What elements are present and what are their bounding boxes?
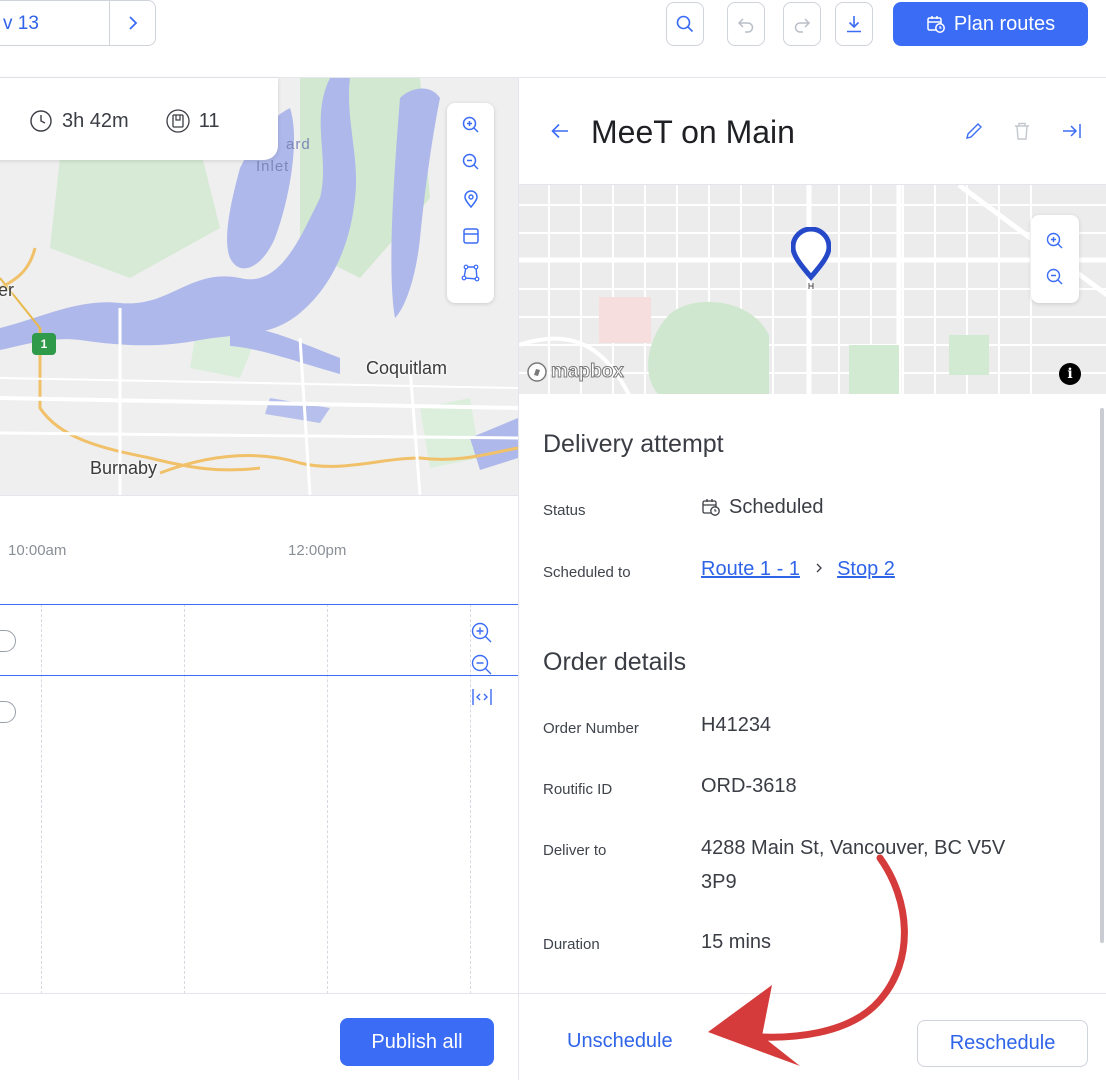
- schedule-timeline: 10:00am 12:00pm: [0, 495, 518, 994]
- download-icon: [847, 16, 861, 33]
- deliver-to-address: 4288 Main St, Vancouver, BC V5V 3P9: [701, 831, 1081, 899]
- map-toolbar: [447, 103, 494, 303]
- search-icon: [676, 15, 694, 33]
- route-1-start-marker[interactable]: [0, 630, 16, 652]
- date-selector[interactable]: v 13: [0, 0, 110, 46]
- scheduled-to-value: Route 1 - 1 Stop 2: [701, 552, 895, 586]
- back-arrow-icon[interactable]: [549, 120, 571, 142]
- grid-line: [327, 604, 328, 994]
- next-day-button[interactable]: [109, 0, 156, 46]
- stops-icon: [166, 109, 190, 133]
- duration-label: Duration: [543, 936, 600, 953]
- address-line-2: 3P9: [701, 871, 737, 893]
- delivery-attempt-heading: Delivery attempt: [543, 430, 724, 458]
- status-text: Scheduled: [729, 496, 824, 518]
- redo-button[interactable]: [783, 2, 821, 46]
- map-label-coquitlam: Coquitlam: [366, 358, 448, 378]
- map-info-glyph: i: [1067, 366, 1073, 382]
- routific-id-value: ORD-3618: [701, 775, 797, 797]
- deliver-to-label: Deliver to: [543, 842, 607, 859]
- routific-id-label: Routific ID: [543, 781, 613, 798]
- map-label-ard: ard: [286, 136, 311, 153]
- address-line-1: 4288 Main St, Vancouver, BC V5V: [701, 837, 1006, 859]
- download-button[interactable]: [835, 2, 873, 46]
- route-stats-card: 3h 42m 11: [0, 78, 278, 160]
- stops-stat: 11: [165, 108, 220, 134]
- zoom-out-icon[interactable]: [1045, 267, 1065, 287]
- duration-stat: 3h 42m: [28, 108, 129, 134]
- trash-icon[interactable]: [1011, 120, 1033, 142]
- route-link[interactable]: Route 1 - 1: [701, 558, 800, 580]
- map-label-er: er: [0, 280, 15, 300]
- reschedule-button[interactable]: Reschedule: [917, 1020, 1088, 1067]
- order-detail-panel: MeeT on Main mapbox i Delivery attempt S…: [518, 78, 1106, 1080]
- scheduled-to-label: Scheduled to: [543, 564, 631, 581]
- panel-header: MeeT on Main: [519, 78, 1106, 184]
- layers-icon[interactable]: [461, 226, 481, 246]
- collapse-panel-icon[interactable]: [1061, 120, 1083, 142]
- draw-polygon-icon[interactable]: [461, 263, 481, 283]
- chevron-right-icon: [816, 563, 822, 573]
- calendar-clock-icon: [702, 499, 720, 516]
- date-text: v 13: [3, 13, 39, 34]
- undo-icon: [737, 18, 754, 33]
- map-info-icon[interactable]: i: [1059, 363, 1081, 385]
- duration-value: 15 mins: [701, 931, 772, 953]
- timeline-tools: [462, 621, 502, 731]
- mapbox-wordmark: mapbox: [551, 361, 625, 383]
- top-toolbar: v 13 Plan routes: [0, 0, 1106, 78]
- route-separator: [0, 675, 518, 676]
- route-2-start-marker[interactable]: [0, 701, 16, 723]
- search-button[interactable]: [666, 2, 704, 46]
- order-number-value: H41234: [701, 714, 772, 736]
- undo-button[interactable]: [727, 2, 765, 46]
- stops-value: 11: [198, 109, 220, 132]
- zoom-out-icon[interactable]: [461, 152, 481, 172]
- zoom-in-icon[interactable]: [461, 115, 481, 135]
- chevron-right-icon: [128, 16, 137, 30]
- zoom-in-icon[interactable]: [470, 621, 494, 645]
- map-label-inlet: Inlet: [256, 158, 290, 175]
- zoom-out-icon[interactable]: [470, 653, 494, 677]
- stop-location-pin-icon[interactable]: [790, 226, 832, 300]
- mini-map-zoom-controls: [1031, 215, 1079, 303]
- plan-routes-button[interactable]: Plan routes: [893, 2, 1088, 46]
- route-badge-number: 1: [40, 337, 48, 351]
- fit-width-icon[interactable]: [470, 685, 494, 709]
- status-label: Status: [543, 502, 586, 519]
- zoom-in-icon[interactable]: [1045, 231, 1065, 251]
- panel-footer: Unschedule Reschedule: [519, 993, 1106, 1080]
- redo-icon: [794, 18, 811, 33]
- order-number-label: Order Number: [543, 720, 639, 737]
- status-value: Scheduled: [701, 490, 824, 524]
- map-label-burnaby: Burnaby: [90, 458, 158, 478]
- grid-line: [41, 604, 42, 994]
- stop-link[interactable]: Stop 2: [837, 558, 895, 580]
- calendar-clock-icon: [927, 16, 945, 33]
- tick-label: 12:00pm: [288, 542, 347, 559]
- edit-pencil-icon[interactable]: [963, 120, 985, 142]
- route-separator: [0, 604, 518, 605]
- route-badge[interactable]: 1: [32, 333, 56, 355]
- location-pin-icon[interactable]: [461, 189, 481, 209]
- stop-location-map[interactable]: mapbox i: [519, 184, 1106, 394]
- plan-routes-label: Plan routes: [953, 12, 1056, 35]
- tick-label: 10:00am: [8, 542, 67, 559]
- publish-all-button[interactable]: Publish all: [340, 1018, 494, 1066]
- order-details-heading: Order details: [543, 648, 687, 676]
- panel-scrollbar[interactable]: [1100, 408, 1104, 943]
- clock-icon: [30, 110, 52, 132]
- duration-value: 3h 42m: [62, 109, 129, 132]
- mapbox-logo[interactable]: mapbox: [527, 361, 624, 383]
- grid-line: [184, 604, 185, 994]
- timeline-footer: Publish all: [0, 993, 518, 1080]
- mapbox-logo-icon: [527, 362, 547, 382]
- unschedule-button[interactable]: Unschedule: [567, 1030, 673, 1053]
- stop-title: MeeT on Main: [591, 114, 795, 150]
